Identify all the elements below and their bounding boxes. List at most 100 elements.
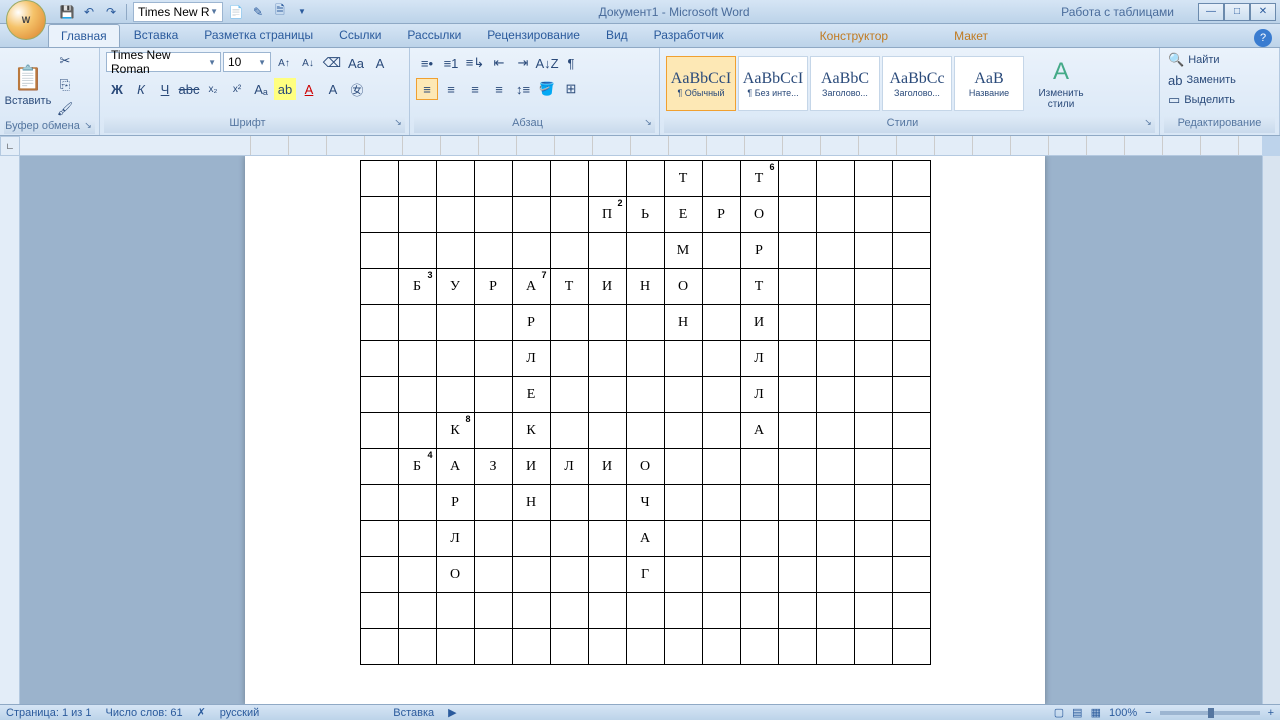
cell[interactable]: А — [740, 413, 778, 449]
cell[interactable] — [854, 377, 892, 413]
document-area[interactable]: Т6Т2ПЬЕРОМР3БУР7АТИНОТРНИЛЛЕЛ8ККА4БАЗИЛИ… — [20, 156, 1262, 704]
cell[interactable] — [360, 233, 398, 269]
change-styles-button[interactable]: AИзменить стили — [1026, 54, 1096, 114]
italic-button[interactable]: К — [130, 78, 152, 100]
cell[interactable] — [360, 485, 398, 521]
cell[interactable] — [892, 629, 930, 665]
cell[interactable] — [398, 341, 436, 377]
increase-indent-button[interactable]: ⇥ — [512, 52, 534, 74]
cell[interactable] — [398, 593, 436, 629]
cell[interactable] — [702, 413, 740, 449]
cell[interactable] — [664, 629, 702, 665]
cell[interactable]: Л — [550, 449, 588, 485]
cell[interactable] — [626, 161, 664, 197]
cell[interactable]: Р — [436, 485, 474, 521]
char-border-button[interactable]: A — [369, 52, 391, 74]
cell[interactable] — [702, 341, 740, 377]
cell[interactable] — [474, 629, 512, 665]
cell[interactable] — [360, 521, 398, 557]
align-left-button[interactable]: ≡ — [416, 78, 438, 100]
cell[interactable] — [892, 521, 930, 557]
cell[interactable] — [740, 449, 778, 485]
cell[interactable] — [740, 629, 778, 665]
shading-button[interactable]: 🪣 — [536, 78, 558, 100]
cell[interactable] — [360, 449, 398, 485]
enclose-char-button[interactable]: ㊛ — [346, 78, 368, 100]
cell[interactable]: Р — [512, 305, 550, 341]
cell[interactable] — [778, 449, 816, 485]
cell[interactable] — [550, 161, 588, 197]
cell[interactable] — [702, 557, 740, 593]
cell[interactable]: И — [512, 449, 550, 485]
crossword-table[interactable]: Т6Т2ПЬЕРОМР3БУР7АТИНОТРНИЛЛЕЛ8ККА4БАЗИЛИ… — [360, 160, 931, 665]
cell[interactable] — [778, 521, 816, 557]
highlight-button[interactable]: ab — [274, 78, 296, 100]
undo-icon[interactable]: ↶ — [80, 3, 98, 21]
zoom-out-button[interactable]: − — [1145, 707, 1151, 719]
bullets-button[interactable]: ≡• — [416, 52, 438, 74]
cell[interactable] — [778, 341, 816, 377]
cell[interactable] — [436, 341, 474, 377]
cell[interactable] — [626, 305, 664, 341]
cell[interactable] — [626, 341, 664, 377]
cell[interactable] — [588, 593, 626, 629]
sort-button[interactable]: A↓Z — [536, 52, 558, 74]
cell[interactable]: Р — [702, 197, 740, 233]
tab-ссылки[interactable]: Ссылки — [327, 24, 393, 47]
cell[interactable] — [436, 197, 474, 233]
zoom-slider[interactable] — [1160, 711, 1260, 715]
cell[interactable] — [854, 521, 892, 557]
font-name-combo[interactable]: Times New Roman▼ — [106, 52, 221, 72]
cell[interactable] — [664, 593, 702, 629]
cell[interactable] — [512, 557, 550, 593]
cell[interactable] — [664, 485, 702, 521]
grow-font-button[interactable]: A↑ — [273, 52, 295, 74]
cell[interactable] — [854, 161, 892, 197]
dialog-launcher-icon[interactable]: ↘ — [391, 117, 405, 131]
status-page[interactable]: Страница: 1 из 1 — [6, 707, 92, 719]
cell[interactable] — [588, 161, 626, 197]
status-macro-icon[interactable]: ▶ — [448, 706, 456, 719]
cell[interactable] — [436, 593, 474, 629]
ruler-horizontal[interactable] — [20, 136, 1262, 156]
style-item[interactable]: AaBНазвание — [954, 56, 1024, 111]
cell[interactable] — [398, 521, 436, 557]
cell[interactable]: И — [588, 269, 626, 305]
cell[interactable] — [626, 629, 664, 665]
tab-макет[interactable]: Макет — [942, 25, 1000, 47]
style-item[interactable]: AaBbCЗаголово... — [810, 56, 880, 111]
underline-button[interactable]: Ч — [154, 78, 176, 100]
cell[interactable] — [854, 557, 892, 593]
cell[interactable] — [360, 305, 398, 341]
cell[interactable]: Р — [474, 269, 512, 305]
cell[interactable] — [816, 485, 854, 521]
cell[interactable]: 3Б — [398, 269, 436, 305]
cell[interactable] — [664, 377, 702, 413]
cell[interactable]: Т — [740, 269, 778, 305]
cell[interactable] — [626, 233, 664, 269]
cell[interactable] — [588, 629, 626, 665]
cell[interactable] — [778, 485, 816, 521]
cell[interactable] — [816, 413, 854, 449]
dialog-launcher-icon[interactable]: ↘ — [81, 120, 95, 134]
cell[interactable] — [702, 161, 740, 197]
cell[interactable]: Г — [626, 557, 664, 593]
cell[interactable]: Л — [436, 521, 474, 557]
cell[interactable] — [854, 485, 892, 521]
cell[interactable] — [778, 413, 816, 449]
cell[interactable] — [550, 197, 588, 233]
cell[interactable]: У — [436, 269, 474, 305]
cell[interactable] — [854, 341, 892, 377]
cell[interactable]: Т — [550, 269, 588, 305]
view-web-button[interactable]: ▦ — [1091, 706, 1101, 719]
cell[interactable] — [892, 269, 930, 305]
cell[interactable] — [892, 161, 930, 197]
style-item[interactable]: AaBbCcЗаголово... — [882, 56, 952, 111]
ruler-vertical[interactable] — [0, 156, 20, 704]
help-button[interactable]: ? — [1254, 29, 1272, 47]
cell[interactable]: Е — [664, 197, 702, 233]
cell[interactable] — [816, 557, 854, 593]
cell[interactable] — [588, 521, 626, 557]
cell[interactable] — [550, 413, 588, 449]
cell[interactable] — [588, 413, 626, 449]
